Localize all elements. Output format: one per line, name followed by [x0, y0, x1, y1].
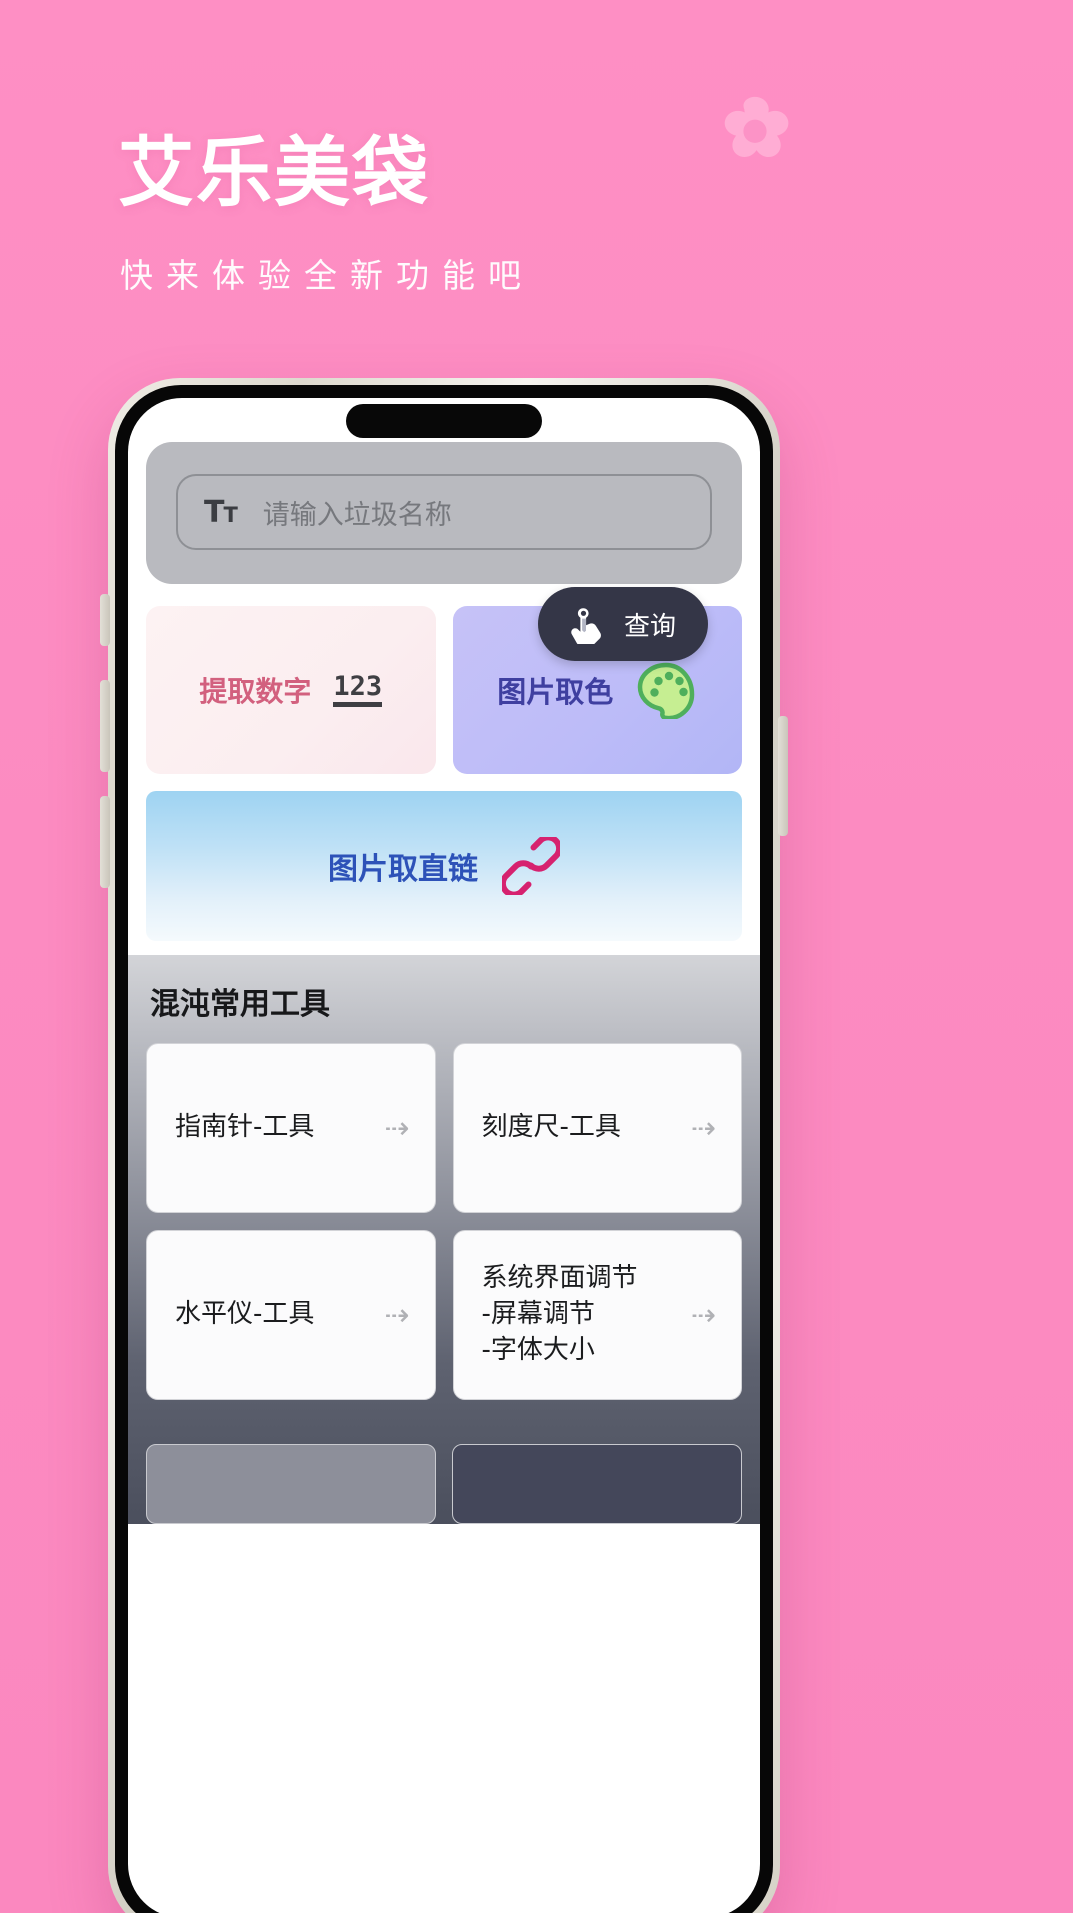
tool-card-label: 系统界面调节 -屏幕调节 -字体大小	[481, 1263, 638, 1365]
feature-card-label: 图片取色	[497, 677, 614, 709]
tools-section: 混沌常用工具 指南针-工具 ⇢ 刻度尺-工具 ⇢ 水平仪-工具 ⇢ 系统界面调节…	[128, 955, 760, 1524]
tool-card-level[interactable]: 水平仪-工具 ⇢	[146, 1230, 436, 1400]
query-button[interactable]: 查询	[538, 587, 708, 661]
page-title: 艾乐美袋	[118, 128, 430, 217]
search-input-placeholder: 请输入垃圾名称	[262, 499, 452, 531]
number-123-icon: 123	[333, 673, 383, 707]
search-panel: TT 请输入垃圾名称 查询	[146, 442, 742, 661]
phone-volume-down-button[interactable]	[100, 796, 110, 888]
feature-card-label: 提取数字	[199, 676, 312, 707]
feature-card-extract-number[interactable]: 提取数字 123	[146, 606, 436, 774]
link-chain-icon	[502, 837, 560, 895]
arrow-right-icon: ⇢	[690, 1298, 716, 1332]
page-subtitle: 快来体验全新功能吧	[120, 256, 534, 295]
tool-card-partial-right[interactable]	[452, 1444, 742, 1524]
app-content-scroll[interactable]: TT 请输入垃圾名称 查询 提取数字 123 图片取色 图片取直链 混沌常用工具…	[128, 438, 760, 1913]
tool-card-label: 水平仪-工具	[175, 1299, 315, 1330]
tool-card-ruler[interactable]: 刻度尺-工具 ⇢	[452, 1043, 742, 1213]
tool-card-compass[interactable]: 指南针-工具 ⇢	[146, 1043, 436, 1213]
palette-icon	[638, 662, 695, 719]
tools-heading: 混沌常用工具	[150, 987, 330, 1022]
tool-card-partial-left[interactable]	[146, 1444, 436, 1524]
tap-hand-icon	[571, 608, 601, 644]
feature-card-label: 图片取直链	[328, 853, 478, 886]
flower-icon	[724, 96, 789, 158]
feature-card-direct-link[interactable]: 图片取直链	[146, 791, 742, 941]
tool-card-label: 指南针-工具	[175, 1112, 315, 1143]
phone-screen: TT 请输入垃圾名称 查询 提取数字 123 图片取色 图片取直链 混沌常用工具…	[128, 398, 760, 1913]
phone-bezel: TT 请输入垃圾名称 查询 提取数字 123 图片取色 图片取直链 混沌常用工具…	[115, 385, 773, 1913]
phone-mute-switch[interactable]	[100, 594, 110, 646]
search-input[interactable]: TT 请输入垃圾名称	[176, 474, 712, 550]
tool-card-system-ui[interactable]: 系统界面调节 -屏幕调节 -字体大小 ⇢	[452, 1230, 742, 1400]
phone-mockup: TT 请输入垃圾名称 查询 提取数字 123 图片取色 图片取直链 混沌常用工具…	[108, 378, 780, 1913]
phone-power-button[interactable]	[778, 716, 788, 836]
phone-volume-up-button[interactable]	[100, 680, 110, 772]
query-button-label: 查询	[623, 611, 676, 642]
arrow-right-icon: ⇢	[384, 1298, 409, 1332]
text-format-icon: TT	[204, 494, 238, 530]
tool-card-label: 刻度尺-工具	[481, 1112, 621, 1143]
arrow-right-icon: ⇢	[690, 1111, 716, 1145]
tools-bottom-strip	[146, 1444, 742, 1524]
hero-section: 艾乐美袋 快来体验全新功能吧	[0, 0, 1073, 430]
arrow-right-icon: ⇢	[384, 1111, 409, 1145]
tools-grid: 指南针-工具 ⇢ 刻度尺-工具 ⇢ 水平仪-工具 ⇢ 系统界面调节 -屏幕调节 …	[146, 1043, 742, 1400]
dynamic-island	[346, 404, 542, 438]
